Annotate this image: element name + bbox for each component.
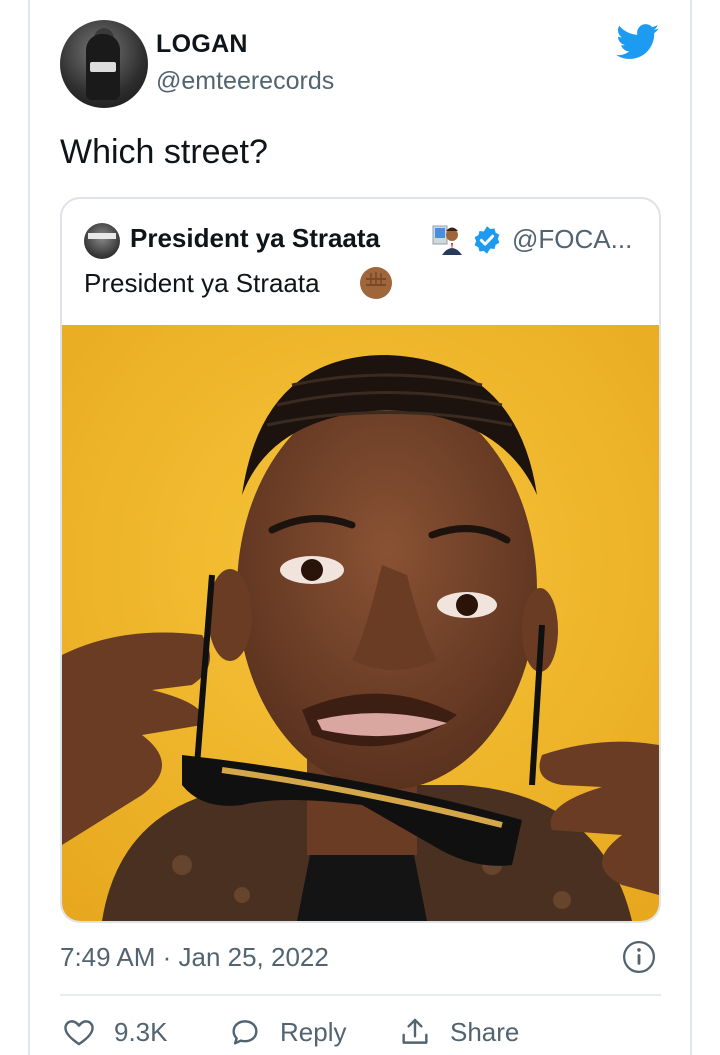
author-handle[interactable]: @emteerecords [156,67,334,96]
like-count: 9.3K [114,1016,168,1047]
info-icon[interactable] [622,940,656,974]
reply-label: Reply [280,1016,347,1047]
quoted-author-avatar [84,223,120,259]
reply-button[interactable]: Reply [228,1015,346,1049]
quoted-tweet-photo[interactable] [62,325,659,921]
quoted-author-name: President ya Straata [130,223,381,253]
tweet-timestamp[interactable]: 7:49 AM · Jan 25, 2022 [60,942,329,973]
raised-fist-emoji-icon [360,267,392,299]
quoted-author-handle: @FOCA... [512,224,633,254]
author-avatar[interactable] [60,20,148,108]
portrait-photo-illustration [62,325,659,921]
share-upload-icon [402,1018,428,1044]
quoted-tweet-text: President ya Straata [84,268,320,298]
avatar-shirt-shape [90,62,116,72]
reply-bubble-icon [232,1020,258,1045]
quoted-avatar-band [88,233,116,239]
man-technologist-emoji-icon [432,225,462,255]
heart-icon [64,1020,94,1046]
verified-badge-icon [474,226,500,254]
share-label: Share [450,1016,520,1047]
twitter-bird-icon [616,24,659,59]
author-name[interactable]: LOGAN [156,30,248,59]
share-button[interactable]: Share [398,1015,519,1049]
like-button[interactable]: 9.3K [62,1015,168,1049]
actions-divider [60,994,661,996]
quoted-tweet[interactable]: President ya Straata @FOCA... President … [60,197,661,923]
tweet-text: Which street? [60,133,268,171]
